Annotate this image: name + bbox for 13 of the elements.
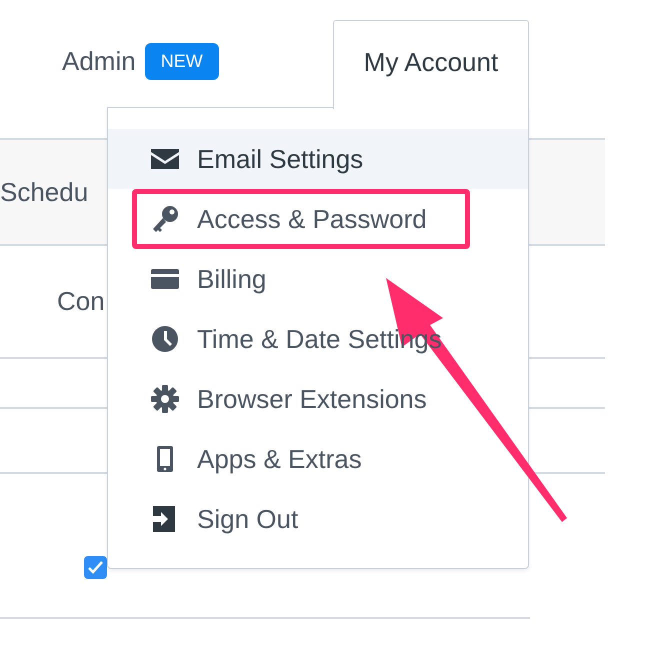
new-badge: NEW: [144, 43, 219, 80]
menu-item[interactable]: Sign Out: [108, 489, 528, 549]
check-icon: [88, 561, 103, 574]
clock-icon: [150, 325, 180, 353]
key-icon: [150, 205, 180, 233]
my-account-tab[interactable]: My Account: [333, 20, 529, 109]
gear-icon: [150, 385, 180, 413]
menu-item[interactable]: Access & Password: [132, 189, 470, 249]
admin-tab[interactable]: Admin NEW: [62, 42, 219, 81]
menu-item[interactable]: Email Settings: [108, 129, 528, 189]
checkbox[interactable]: [84, 556, 107, 579]
table-cell-text: Con: [57, 285, 105, 318]
column-header: Schedu: [0, 176, 88, 208]
